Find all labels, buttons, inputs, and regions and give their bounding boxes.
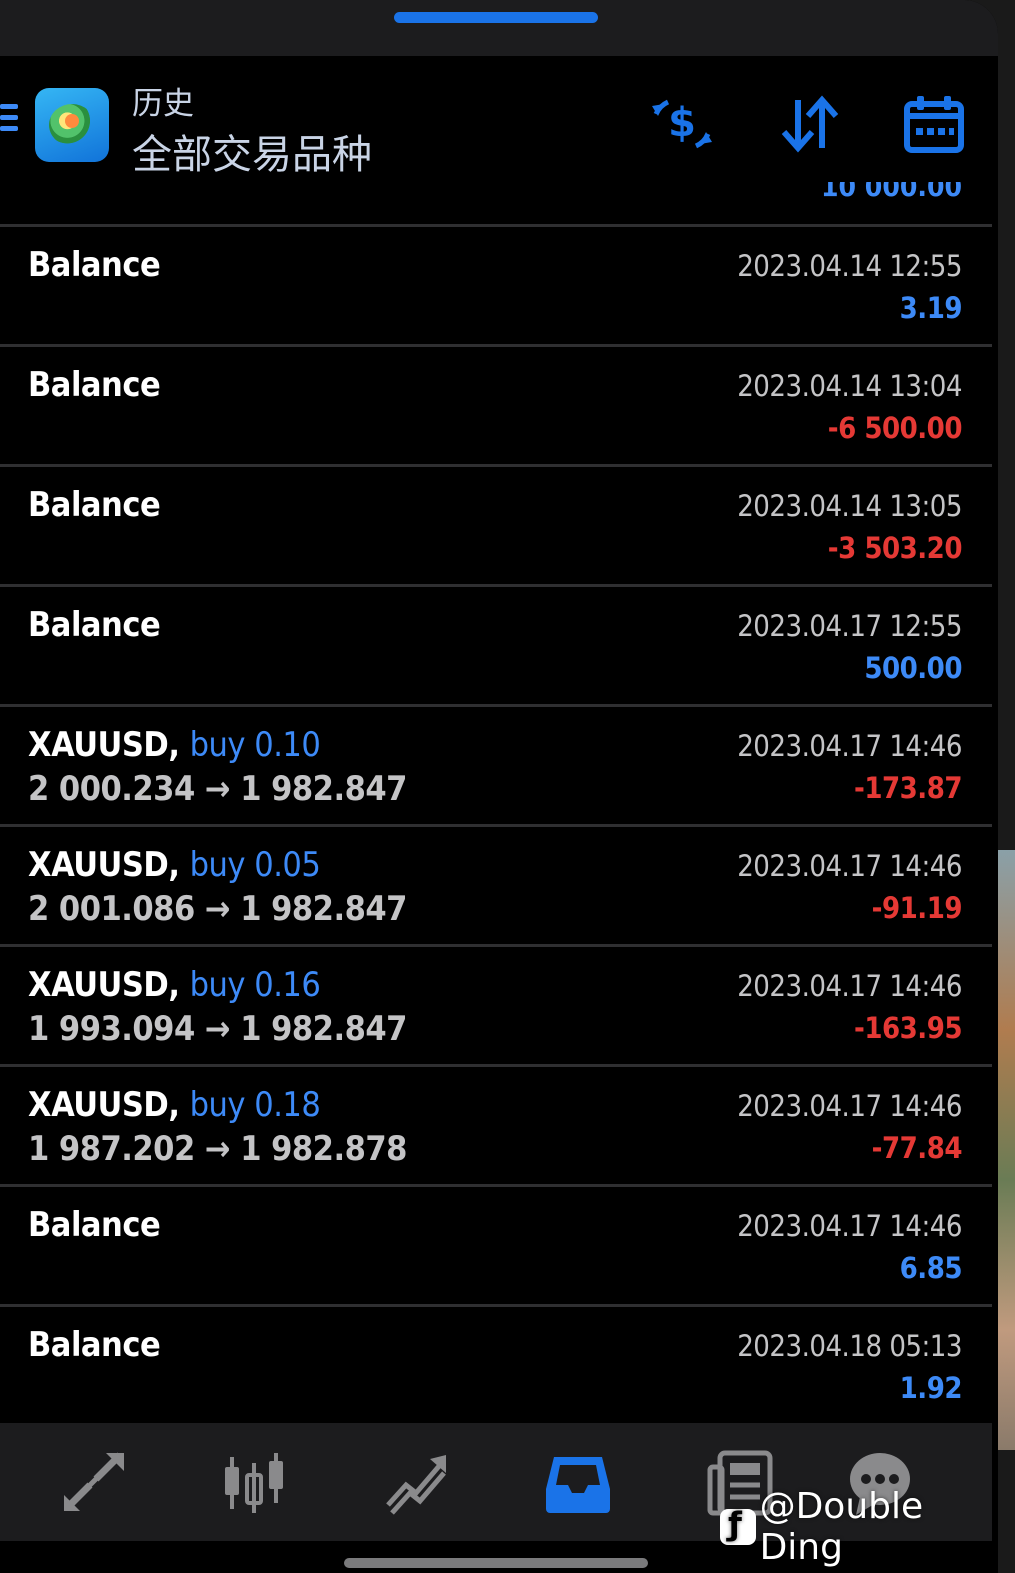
list-item[interactable]: Balance 2023.04.14 13:04 -6 500.00 xyxy=(0,344,992,464)
deal-date: 2023.04.18 05:13 xyxy=(737,1329,962,1363)
list-item[interactable]: Balance 2023.04.18 05:13 1.92 xyxy=(0,1304,992,1424)
deal-amount: 1.92 xyxy=(899,1371,963,1405)
deal-prices: 1 993.094 → 1 982.847 xyxy=(28,1009,407,1049)
dollar-exchange-icon[interactable]: $ xyxy=(650,92,714,156)
deal-amount: -3 503.20 xyxy=(827,531,963,565)
list-item[interactable]: XAUUSD, buy 0.18 1 987.202 → 1 982.878 2… xyxy=(0,1064,992,1184)
sheet-top-strip xyxy=(0,0,998,56)
deal-name: Balance xyxy=(28,485,161,525)
phone-screen: 历史 全部交易品种 $ 10 000.00 Balance 2023.04.14… xyxy=(0,0,998,1573)
deal-symbol: XAUUSD, xyxy=(28,1085,180,1125)
page-title: 历史 xyxy=(132,86,194,122)
deal-amount: -163.95 xyxy=(853,1011,963,1045)
watermark: @Double Ding xyxy=(720,1486,1015,1568)
deal-name: Balance xyxy=(28,605,161,645)
open-price: 2 000.234 xyxy=(28,769,195,809)
deal-amount: 6.85 xyxy=(899,1251,963,1285)
symbol-filter-title[interactable]: 全部交易品种 xyxy=(132,122,372,180)
deal-type: buy 0.18 xyxy=(189,1085,321,1125)
trade-icon[interactable] xyxy=(382,1449,450,1517)
deal-date: 2023.04.17 14:46 xyxy=(737,969,962,1003)
open-price: 1 993.094 xyxy=(28,1009,195,1049)
deal-name: Balance xyxy=(28,1325,161,1365)
deal-type: buy 0.05 xyxy=(189,845,321,885)
deal-amount: 3.19 xyxy=(899,291,963,325)
calendar-icon[interactable] xyxy=(902,92,966,156)
deal-date: 2023.04.14 13:04 xyxy=(737,369,962,403)
list-item[interactable]: Balance 2023.04.17 14:46 6.85 xyxy=(0,1184,992,1304)
deal-date: 2023.04.17 14:46 xyxy=(737,1089,962,1123)
history-icon[interactable] xyxy=(544,1449,612,1517)
open-price: 2 001.086 xyxy=(28,889,195,929)
deal-prices: 2 000.234 → 1 982.847 xyxy=(28,769,407,809)
metatrader-logo xyxy=(35,88,109,162)
deal-amount: -173.87 xyxy=(853,771,963,805)
deal-date: 2023.04.14 12:55 xyxy=(737,249,962,283)
deal-name: XAUUSD, buy 0.18 xyxy=(28,1085,321,1125)
deal-prices: 1 987.202 → 1 982.878 xyxy=(28,1129,407,1169)
watermark-text: @Double Ding xyxy=(759,1486,924,1568)
sheet-drag-handle[interactable] xyxy=(394,12,598,23)
menu-icon[interactable] xyxy=(0,104,18,137)
facebook-icon xyxy=(720,1505,756,1545)
list-item[interactable]: Balance 2023.04.14 12:55 3.19 xyxy=(0,224,992,344)
list-item-partial[interactable]: 10 000.00 xyxy=(0,182,992,224)
close-price: 1 982.878 xyxy=(240,1129,407,1169)
deal-symbol: XAUUSD, xyxy=(28,845,180,885)
partial-amount: 10 000.00 xyxy=(820,182,962,203)
deal-amount: -77.84 xyxy=(871,1131,963,1165)
deal-name: XAUUSD, buy 0.16 xyxy=(28,965,321,1005)
chart-icon[interactable] xyxy=(220,1449,288,1517)
deal-symbol: XAUUSD, xyxy=(28,725,180,765)
deal-prices: 2 001.086 → 1 982.847 xyxy=(28,889,407,929)
open-price: 1 987.202 xyxy=(28,1129,195,1169)
deal-name: Balance xyxy=(28,1205,161,1245)
list-item[interactable]: XAUUSD, buy 0.10 2 000.234 → 1 982.847 2… xyxy=(0,704,992,824)
deal-symbol: XAUUSD, xyxy=(28,965,180,1005)
arrow-right-icon: → xyxy=(204,769,241,809)
arrow-right-icon: → xyxy=(204,1009,241,1049)
deal-date: 2023.04.17 12:55 xyxy=(737,609,962,643)
quotes-icon[interactable] xyxy=(60,1449,128,1517)
list-item[interactable]: XAUUSD, buy 0.05 2 001.086 → 1 982.847 2… xyxy=(0,824,992,944)
deal-name: XAUUSD, buy 0.10 xyxy=(28,725,321,765)
close-price: 1 982.847 xyxy=(240,1009,407,1049)
list-item[interactable]: Balance 2023.04.14 13:05 -3 503.20 xyxy=(0,464,992,584)
deal-amount: -6 500.00 xyxy=(827,411,963,445)
sort-icon[interactable] xyxy=(778,92,842,156)
deal-name: Balance xyxy=(28,245,161,285)
deal-date: 2023.04.17 14:46 xyxy=(737,729,962,763)
home-indicator[interactable] xyxy=(344,1558,648,1568)
deal-amount: 500.00 xyxy=(864,651,962,685)
deal-type: buy 0.10 xyxy=(189,725,321,765)
deal-amount: -91.19 xyxy=(871,891,963,925)
list-item[interactable]: XAUUSD, buy 0.16 1 993.094 → 1 982.847 2… xyxy=(0,944,992,1064)
close-price: 1 982.847 xyxy=(240,889,407,929)
close-price: 1 982.847 xyxy=(240,769,407,809)
deal-type: buy 0.16 xyxy=(189,965,321,1005)
deal-name: Balance xyxy=(28,365,161,405)
history-list: Balance 2023.04.14 12:55 3.19 Balance 20… xyxy=(0,224,992,1424)
arrow-right-icon: → xyxy=(204,1129,241,1169)
deal-date: 2023.04.14 13:05 xyxy=(737,489,962,523)
svg-text:$: $ xyxy=(668,100,696,146)
deal-date: 2023.04.17 14:46 xyxy=(737,1209,962,1243)
deal-name: XAUUSD, buy 0.05 xyxy=(28,845,321,885)
deal-date: 2023.04.17 14:46 xyxy=(737,849,962,883)
arrow-right-icon: → xyxy=(204,889,241,929)
list-item[interactable]: Balance 2023.04.17 12:55 500.00 xyxy=(0,584,992,704)
